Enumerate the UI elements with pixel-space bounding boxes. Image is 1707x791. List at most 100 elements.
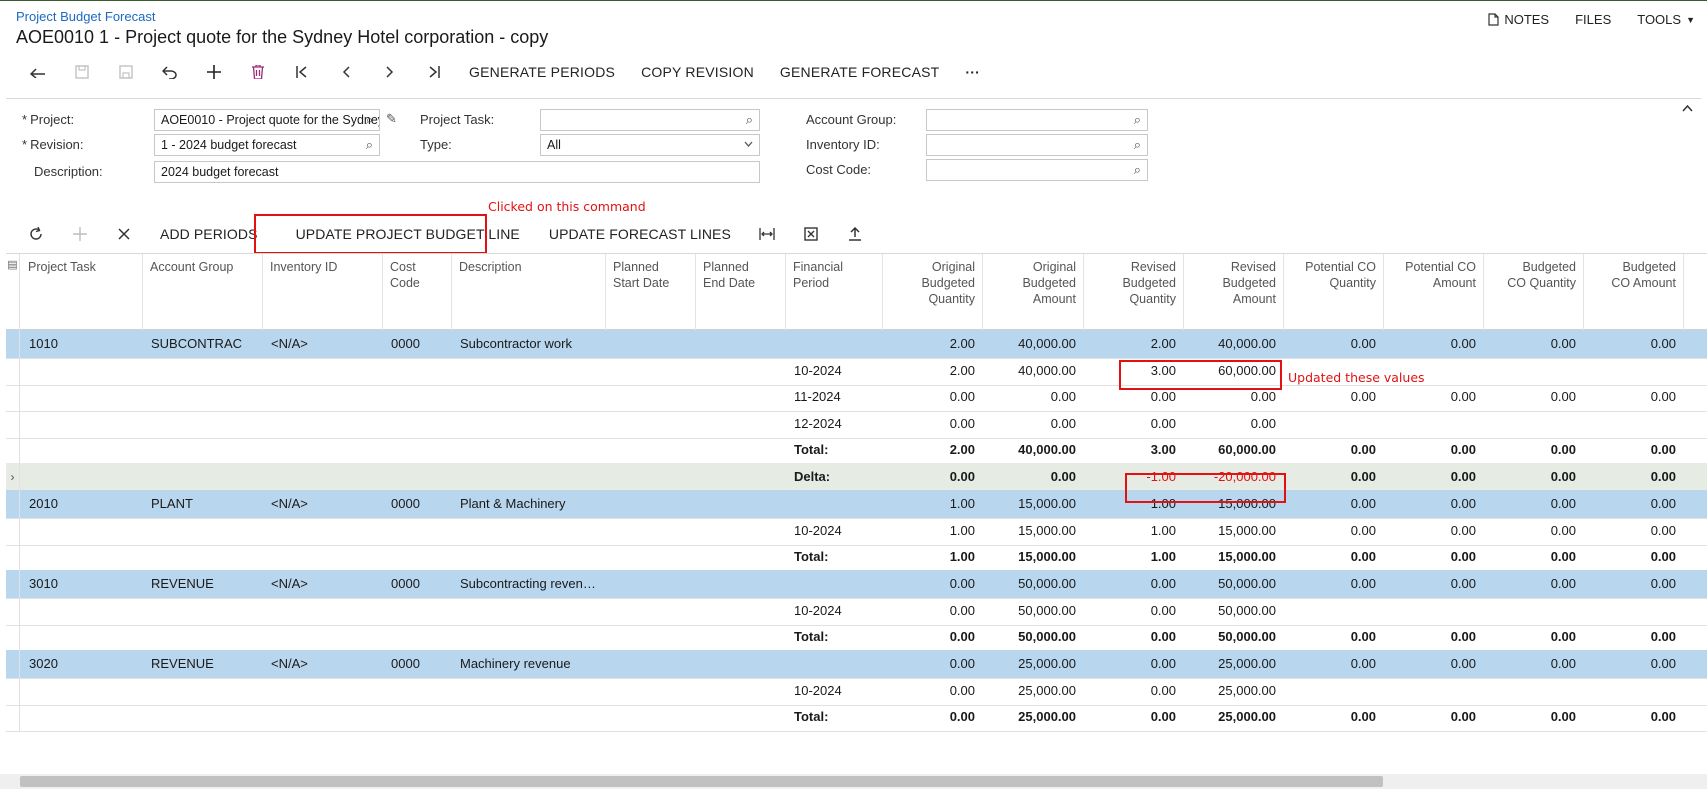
cell-budgeted-co-amount[interactable]: 0.00: [1584, 490, 1684, 518]
task-row[interactable]: 2010 PLANT <N/A> 0000 Plant & Machinery 1.00 1…: [6, 490, 1707, 519]
collapse-chevron-icon[interactable]: [1682, 101, 1693, 115]
chevron-down-icon[interactable]: [744, 139, 753, 150]
cell-budgeted-co-quantity[interactable]: 0.00: [1484, 517, 1584, 545]
type-select[interactable]: All: [540, 134, 760, 156]
row-selector[interactable]: [6, 436, 20, 464]
more-actions-button[interactable]: ···: [952, 64, 993, 80]
period-row[interactable]: 10-2024 1.00 15,000.00 1.00 15,000.00 0.00 0.0…: [6, 517, 1707, 546]
delta-row[interactable]: › Delta: 0.00 0.00 -1.00 -20,000.00 0.00 0.00 0.…: [6, 463, 1707, 492]
cell-original-budgeted-quantity[interactable]: 0.00: [883, 463, 983, 491]
cell-original-budgeted-amount[interactable]: 0.00: [983, 383, 1084, 411]
project-task-field[interactable]: ⌕: [540, 109, 760, 131]
upload-icon[interactable]: [833, 220, 877, 248]
cell-original-budgeted-amount[interactable]: 15,000.00: [983, 490, 1084, 518]
column-header-revised-budgeted-quantity[interactable]: Revised Budgeted Quantity: [1084, 254, 1184, 330]
export-excel-icon[interactable]: [789, 220, 833, 248]
horizontal-scrollbar[interactable]: [20, 776, 1383, 787]
cell-cost-code[interactable]: 0000: [383, 490, 452, 518]
column-selector-icon[interactable]: ▤: [6, 254, 20, 330]
cell-revised-budgeted-quantity[interactable]: 1.00: [1084, 517, 1184, 545]
cell-budgeted-co-quantity[interactable]: 0.00: [1484, 703, 1584, 731]
lookup-icon[interactable]: ⌕: [1134, 137, 1141, 153]
cell-revised-budgeted-amount[interactable]: 0.00: [1184, 410, 1284, 438]
total-row[interactable]: Total: 0.00 25,000.00 0.00 25,000.00 0.00 0.00…: [6, 703, 1707, 732]
cell-account-group[interactable]: REVENUE: [143, 650, 263, 678]
cell-account-group[interactable]: REVENUE: [143, 570, 263, 598]
row-selector[interactable]: [6, 677, 20, 705]
period-row[interactable]: 10-2024 0.00 50,000.00 0.00 50,000.00: [6, 597, 1707, 626]
cell-project-task[interactable]: 3010: [21, 570, 143, 598]
cell-inventory-id[interactable]: <N/A>: [263, 650, 383, 678]
cell-inventory-id[interactable]: <N/A>: [263, 490, 383, 518]
cell-revised-budgeted-quantity[interactable]: 0.00: [1084, 677, 1184, 705]
last-record-icon[interactable]: [412, 58, 456, 86]
cell-budgeted-co-amount[interactable]: 0.00: [1584, 623, 1684, 651]
cell-budgeted-co-quantity[interactable]: 0.00: [1484, 436, 1584, 464]
column-header-account-group[interactable]: Account Group: [143, 254, 263, 330]
cell-potential-co-amount[interactable]: 0.00: [1384, 623, 1484, 651]
cell-revised-budgeted-amount[interactable]: 50,000.00: [1184, 623, 1284, 651]
copy-revision-button[interactable]: COPY REVISION: [628, 64, 767, 80]
cell-financial-period[interactable]: 10-2024: [786, 677, 883, 705]
cell-original-budgeted-quantity[interactable]: 2.00: [883, 436, 983, 464]
cell-potential-co-quantity[interactable]: 0.00: [1284, 543, 1384, 571]
cell-revised-budgeted-amount[interactable]: 25,000.00: [1184, 677, 1284, 705]
period-row[interactable]: 11-2024 0.00 0.00 0.00 0.00 0.00 0.00 0.00 0.00: [6, 383, 1707, 412]
column-header-cost-code[interactable]: Cost Code: [383, 254, 452, 330]
cell-budgeted-co-amount[interactable]: 0.00: [1584, 650, 1684, 678]
project-field[interactable]: AOE0010 - Project quote for the Sydney ⌕: [154, 109, 380, 131]
cell-potential-co-amount[interactable]: 0.00: [1384, 650, 1484, 678]
cell-original-budgeted-amount[interactable]: 40,000.00: [983, 330, 1084, 358]
row-selector[interactable]: [6, 597, 20, 625]
cell-account-group[interactable]: SUBCONTRAC: [143, 330, 263, 358]
cell-potential-co-quantity[interactable]: 0.00: [1284, 383, 1384, 411]
delete-icon[interactable]: [236, 58, 280, 86]
cell-description[interactable]: Plant & Machinery: [452, 490, 606, 518]
total-row[interactable]: Total: 0.00 50,000.00 0.00 50,000.00 0.00 0.00…: [6, 623, 1707, 652]
row-selector[interactable]: [6, 517, 20, 545]
row-selector[interactable]: [6, 330, 20, 358]
cell-potential-co-quantity[interactable]: 0.00: [1284, 490, 1384, 518]
cell-original-budgeted-amount[interactable]: 25,000.00: [983, 703, 1084, 731]
delete-row-icon[interactable]: [102, 220, 146, 248]
cell-potential-co-quantity[interactable]: 0.00: [1284, 330, 1384, 358]
cell-cost-code[interactable]: 0000: [383, 650, 452, 678]
total-row[interactable]: Total: 1.00 15,000.00 1.00 15,000.00 0.00 0.00…: [6, 543, 1707, 572]
cell-description[interactable]: Subcontracting reven…: [452, 570, 606, 598]
cell-original-budgeted-amount[interactable]: 15,000.00: [983, 543, 1084, 571]
cell-cost-code[interactable]: 0000: [383, 330, 452, 358]
lookup-icon[interactable]: ⌕: [1134, 112, 1141, 128]
row-selector[interactable]: [6, 490, 20, 518]
cell-financial-period[interactable]: Total:: [786, 436, 883, 464]
column-header-potential-co-quantity[interactable]: Potential CO Quantity: [1284, 254, 1384, 330]
account-group-field[interactable]: ⌕: [926, 109, 1148, 131]
breadcrumb[interactable]: Project Budget Forecast: [16, 9, 155, 24]
cell-original-budgeted-quantity[interactable]: 1.00: [883, 490, 983, 518]
cell-potential-co-quantity[interactable]: 0.00: [1284, 703, 1384, 731]
add-icon[interactable]: [192, 58, 236, 86]
cell-revised-budgeted-amount[interactable]: 25,000.00: [1184, 650, 1284, 678]
cell-potential-co-amount[interactable]: 0.00: [1384, 570, 1484, 598]
row-selector[interactable]: [6, 543, 20, 571]
column-header-potential-co-amount[interactable]: Potential CO Amount: [1384, 254, 1484, 330]
cell-description[interactable]: Machinery revenue: [452, 650, 606, 678]
task-row[interactable]: 3020 REVENUE <N/A> 0000 Machinery revenue 0.0…: [6, 650, 1707, 679]
cell-potential-co-amount[interactable]: 0.00: [1384, 490, 1484, 518]
inventory-id-field[interactable]: ⌕: [926, 134, 1148, 156]
lookup-icon[interactable]: ⌕: [1134, 162, 1141, 178]
cell-potential-co-amount[interactable]: 0.00: [1384, 517, 1484, 545]
cell-potential-co-amount[interactable]: 0.00: [1384, 383, 1484, 411]
cell-budgeted-co-amount[interactable]: 0.00: [1584, 383, 1684, 411]
files-button[interactable]: FILES: [1575, 12, 1611, 27]
cell-revised-budgeted-quantity[interactable]: 0.00: [1084, 703, 1184, 731]
next-record-icon[interactable]: [368, 58, 412, 86]
description-field[interactable]: 2024 budget forecast: [154, 161, 760, 183]
fit-columns-icon[interactable]: [745, 220, 789, 248]
cell-revised-budgeted-quantity[interactable]: 0.00: [1084, 650, 1184, 678]
cell-original-budgeted-quantity[interactable]: 1.00: [883, 543, 983, 571]
cell-inventory-id[interactable]: <N/A>: [263, 570, 383, 598]
column-header-project-task[interactable]: Project Task: [21, 254, 143, 330]
column-header-revised-budgeted-amount[interactable]: Revised Budgeted Amount: [1184, 254, 1284, 330]
cell-budgeted-co-amount[interactable]: 0.00: [1584, 570, 1684, 598]
cell-original-budgeted-quantity[interactable]: 0.00: [883, 677, 983, 705]
